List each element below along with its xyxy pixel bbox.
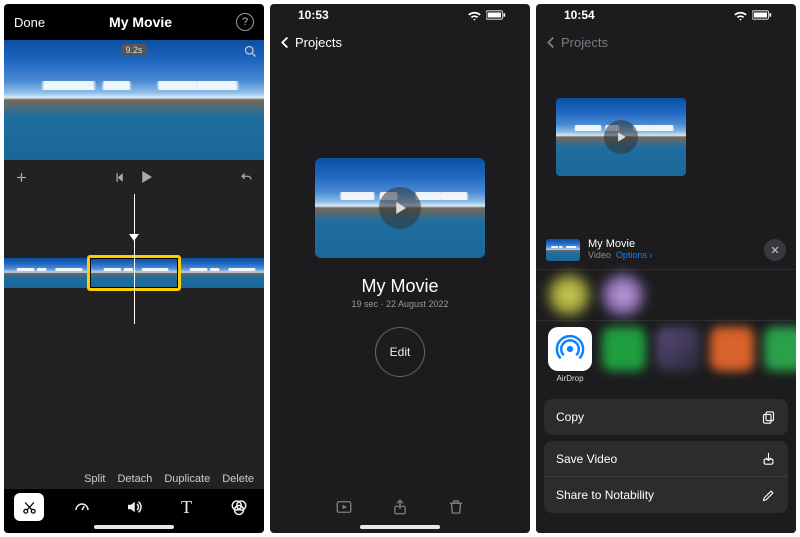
project-subtitle: 19 sec · 22 August 2022 (351, 299, 448, 309)
contact-avatar[interactable] (602, 274, 644, 316)
cut-tool-button[interactable] (14, 493, 44, 521)
copy-icon (761, 410, 776, 425)
project-title-nav: My Movie (109, 14, 172, 30)
play-overlay-icon[interactable] (379, 187, 421, 229)
video-preview[interactable]: 9.2s (4, 40, 264, 160)
battery-icon (486, 10, 506, 20)
battery-icon (752, 10, 772, 20)
project-thumbnail[interactable] (315, 158, 485, 258)
home-indicator[interactable] (94, 525, 174, 529)
play-overlay-icon (604, 120, 638, 154)
duplicate-button[interactable]: Duplicate (164, 473, 210, 485)
split-button[interactable]: Split (84, 473, 105, 485)
status-time: 10:54 (564, 8, 595, 22)
share-app[interactable] (602, 327, 646, 371)
share-header: My Movie Video Options › (536, 228, 796, 269)
play-fullscreen-button[interactable] (334, 498, 354, 516)
clip-duration-badge: 9.2s (121, 44, 146, 56)
timeline[interactable] (4, 194, 264, 324)
filters-tool-button[interactable] (224, 494, 254, 520)
share-thumbnail (546, 239, 580, 261)
contact-avatar[interactable] (548, 274, 590, 316)
copy-action[interactable]: Copy (544, 399, 788, 435)
back-label: Projects (295, 35, 342, 50)
timeline-clip[interactable] (177, 258, 264, 288)
status-bar: 10:53 (270, 4, 530, 26)
share-apps-row: AirDrop (536, 321, 796, 393)
back-button[interactable]: Projects (270, 26, 530, 58)
chevron-left-icon (544, 35, 559, 50)
playback-controls (4, 160, 264, 194)
editor-nav: Done My Movie ? (4, 4, 264, 40)
share-app[interactable] (764, 327, 796, 371)
screen-project-detail: 10:53 Projects My Movie 19 sec · 22 Augu… (270, 4, 530, 533)
airdrop-label: AirDrop (556, 374, 583, 383)
detach-button[interactable]: Detach (117, 473, 152, 485)
share-title: My Movie (588, 238, 756, 250)
titles-tool-button[interactable]: T (172, 494, 202, 520)
close-button[interactable] (764, 239, 786, 261)
play-button[interactable] (137, 168, 155, 186)
share-app[interactable] (656, 327, 700, 371)
speed-tool-button[interactable] (67, 494, 97, 520)
share-kind: Video (588, 250, 611, 260)
delete-button[interactable] (446, 498, 466, 516)
share-sheet: My Movie Video Options › (536, 228, 796, 533)
share-notability-action[interactable]: Share to Notability (544, 477, 788, 513)
wifi-icon (733, 8, 748, 23)
edit-button[interactable]: Edit (375, 327, 425, 377)
delete-button[interactable]: Delete (222, 473, 254, 485)
project-title: My Movie (361, 276, 438, 297)
timeline-clip[interactable] (4, 258, 91, 288)
edit-actions-row: Split Detach Duplicate Delete (4, 469, 264, 489)
skip-back-icon[interactable] (114, 170, 129, 185)
status-time: 10:53 (298, 8, 329, 22)
download-icon (761, 451, 776, 466)
screen-editor: Done My Movie ? 9.2s (4, 4, 264, 533)
add-media-button[interactable] (14, 170, 29, 185)
airdrop-app[interactable]: AirDrop (548, 327, 592, 383)
screen-share-sheet: 10:54 Projects My Movie Video Options › (536, 4, 796, 533)
status-bar: 10:54 (536, 4, 796, 26)
zoom-icon[interactable] (243, 44, 258, 59)
done-button[interactable]: Done (14, 15, 45, 30)
volume-tool-button[interactable] (119, 494, 149, 520)
project-thumbnail (556, 98, 686, 176)
share-button[interactable] (390, 498, 410, 516)
chevron-left-icon (278, 35, 293, 50)
playhead[interactable] (134, 194, 135, 324)
help-button[interactable]: ? (236, 13, 254, 31)
wifi-icon (467, 8, 482, 23)
undo-button[interactable] (239, 170, 254, 185)
back-button: Projects (536, 26, 796, 58)
share-options-button[interactable]: Options › (616, 250, 653, 260)
back-label: Projects (561, 35, 608, 50)
home-indicator[interactable] (360, 525, 440, 529)
share-people-row[interactable] (536, 269, 796, 321)
share-app[interactable] (710, 327, 754, 371)
pencil-icon (761, 488, 776, 503)
share-actions-list: Copy Save Video Share to Notability (536, 393, 796, 513)
save-video-action[interactable]: Save Video (544, 441, 788, 477)
